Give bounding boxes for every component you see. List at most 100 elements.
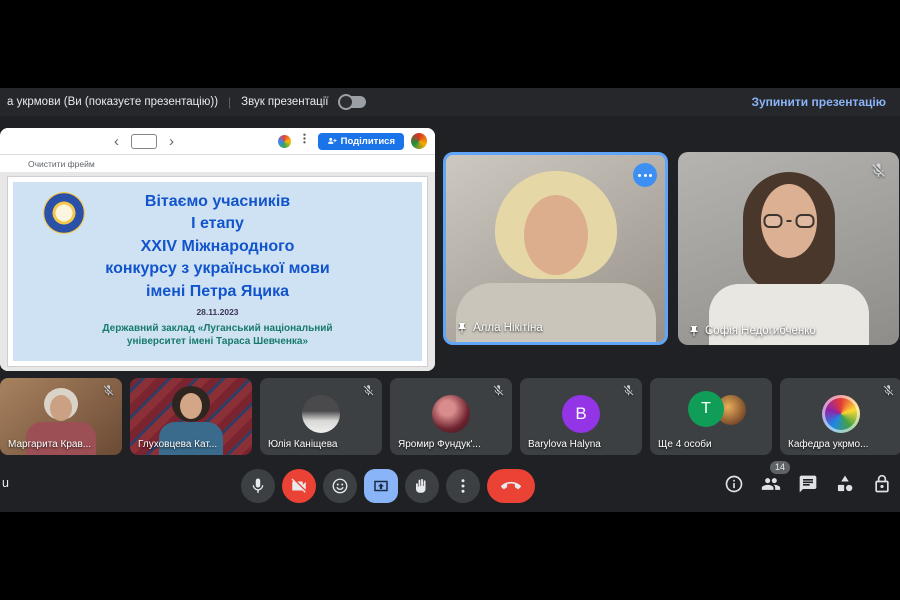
mic-off-icon: [492, 384, 505, 402]
meeting-code-fragment: u: [2, 476, 9, 490]
participant-count-badge: 14: [770, 461, 790, 474]
pin-icon: [688, 325, 700, 337]
microphone-button[interactable]: [241, 469, 275, 503]
people-icon: [761, 474, 781, 494]
participant-name: Маргарита Крав...: [8, 439, 91, 450]
more-people-label: Ще 4 особи: [658, 439, 712, 450]
info-icon: [724, 474, 744, 494]
forward-icon[interactable]: ›: [163, 134, 180, 149]
presenting-bar: а укрмови (Ви (показуєте презентацію)) |…: [0, 88, 900, 116]
divider: |: [228, 95, 231, 109]
host-controls-button[interactable]: [872, 474, 892, 494]
meet-window: а укрмови (Ви (показуєте презентацію)) |…: [0, 0, 900, 600]
share-button[interactable]: Поділитися: [318, 133, 404, 150]
video-tile-yaromyr[interactable]: Яромир Фундук'...: [390, 378, 512, 455]
avatar: [432, 394, 470, 432]
raise-hand-button[interactable]: [405, 469, 439, 503]
mic-off-icon: [882, 384, 895, 402]
slide-title-line: XXIV Міжнародного: [13, 236, 422, 258]
filmstrip: Маргарита Крав... Глуховцева Кат... Юлія…: [0, 378, 900, 455]
chat-button[interactable]: [798, 474, 818, 494]
participant-name: Barylova Halyna: [528, 439, 601, 450]
activities-button[interactable]: [835, 474, 855, 494]
shared-presentation-window[interactable]: ‹ › Поділитися Очистити фрейм: [0, 128, 435, 371]
participant-name: Юлія Каніщева: [268, 439, 337, 450]
stop-presenting-button[interactable]: Зупинити презентацію: [751, 95, 886, 109]
cast-icon[interactable]: [278, 135, 291, 148]
participant-name: Алла Нікітіна: [473, 322, 543, 334]
chat-icon: [798, 474, 818, 494]
avatar-logo: [822, 394, 860, 432]
slide-institution-line: університет імені Тараса Шевченка»: [13, 335, 422, 349]
person-add-icon: [327, 136, 337, 146]
glasses: [763, 214, 814, 228]
participants-button[interactable]: 14: [761, 474, 781, 494]
present-icon: [372, 477, 390, 495]
video-tile-hlukhovtseva[interactable]: Глуховцева Кат...: [130, 378, 252, 455]
participant-face: [180, 393, 202, 419]
share-button-label: Поділитися: [341, 136, 395, 147]
university-emblem-icon: [43, 192, 85, 234]
profile-avatar[interactable]: [411, 133, 427, 149]
video-tile-alla-nikitina[interactable]: Алла Нікітіна: [443, 152, 668, 345]
control-bar: u: [0, 460, 900, 512]
video-tile-sofiia-nedohybchenko[interactable]: Софія Недогибченко: [678, 152, 899, 345]
avatar-letter: B: [562, 394, 600, 432]
tile-options-button[interactable]: [633, 163, 657, 187]
participant-name: Яромир Фундук'...: [398, 439, 481, 450]
back-icon[interactable]: ‹: [108, 134, 125, 149]
participant-face: [50, 395, 72, 421]
participant-name: Глуховцева Кат...: [138, 439, 217, 450]
slide-date: 28.11.2023: [13, 307, 422, 317]
browser-more-icon[interactable]: [298, 132, 311, 150]
mic-off-icon: [102, 384, 115, 402]
pin-icon: [456, 322, 468, 334]
participant-face: [524, 195, 588, 275]
slide-title-line: конкурсу з української мови: [13, 258, 422, 280]
presentation-audio-toggle[interactable]: [340, 96, 366, 108]
lock-icon: [872, 474, 892, 494]
end-call-button[interactable]: [487, 469, 535, 503]
browser-toolbar: ‹ › Поділитися: [0, 128, 435, 155]
mic-off-icon: [622, 384, 635, 402]
frame-indicator[interactable]: [131, 134, 157, 149]
video-tile-kafedra[interactable]: Кафедра укрмо...: [780, 378, 900, 455]
hand-icon: [413, 477, 431, 495]
participant-name-label: Алла Нікітіна: [456, 322, 543, 334]
presentation-audio-label: Звук презентації: [241, 96, 328, 108]
clear-frame-link[interactable]: Очистити фрейм: [28, 159, 95, 169]
slide-area: Вітаємо учасників І етапу XXIV Міжнародн…: [0, 172, 435, 371]
slide-institution: Державний заклад «Луганський національни…: [13, 322, 422, 349]
activities-icon: [835, 474, 855, 494]
end-call-icon: [501, 476, 521, 496]
call-controls: [241, 469, 535, 503]
reactions-button[interactable]: [323, 469, 357, 503]
more-vertical-icon: [454, 477, 472, 495]
video-tile-barylova[interactable]: B Barylova Halyna: [520, 378, 642, 455]
tile-more-people[interactable]: Т Ще 4 особи: [650, 378, 772, 455]
present-screen-button[interactable]: [364, 469, 398, 503]
video-tile-yuliia[interactable]: Юлія Каніщева: [260, 378, 382, 455]
participant-name: Софія Недогибченко: [705, 325, 816, 337]
avatar-letter: Т: [688, 391, 724, 427]
toggle-knob: [338, 94, 354, 110]
camera-button[interactable]: [282, 469, 316, 503]
more-options-button[interactable]: [446, 469, 480, 503]
slide-content: Вітаємо учасників І етапу XXIV Міжнародн…: [13, 182, 422, 361]
avatar: [302, 394, 340, 432]
clear-frame-row: Очистити фрейм: [0, 155, 435, 173]
participant-name-label: Софія Недогибченко: [688, 325, 816, 337]
slide: Вітаємо учасників І етапу XXIV Міжнародн…: [8, 177, 427, 366]
mic-off-icon: [362, 384, 375, 402]
meeting-panels: 14: [724, 474, 892, 494]
slide-title-line: імені Петра Яцика: [13, 281, 422, 303]
participant-name: Кафедра укрмо...: [788, 439, 868, 450]
video-tile-marharyta[interactable]: Маргарита Крав...: [0, 378, 122, 455]
camera-off-icon: [290, 477, 308, 495]
smiley-icon: [331, 477, 349, 495]
meeting-info-button[interactable]: [724, 474, 744, 494]
participant-body: [456, 283, 656, 345]
mic-icon: [249, 477, 267, 495]
mic-off-icon: [870, 162, 887, 184]
presenting-title: а укрмови (Ви (показуєте презентацію)): [7, 96, 218, 108]
